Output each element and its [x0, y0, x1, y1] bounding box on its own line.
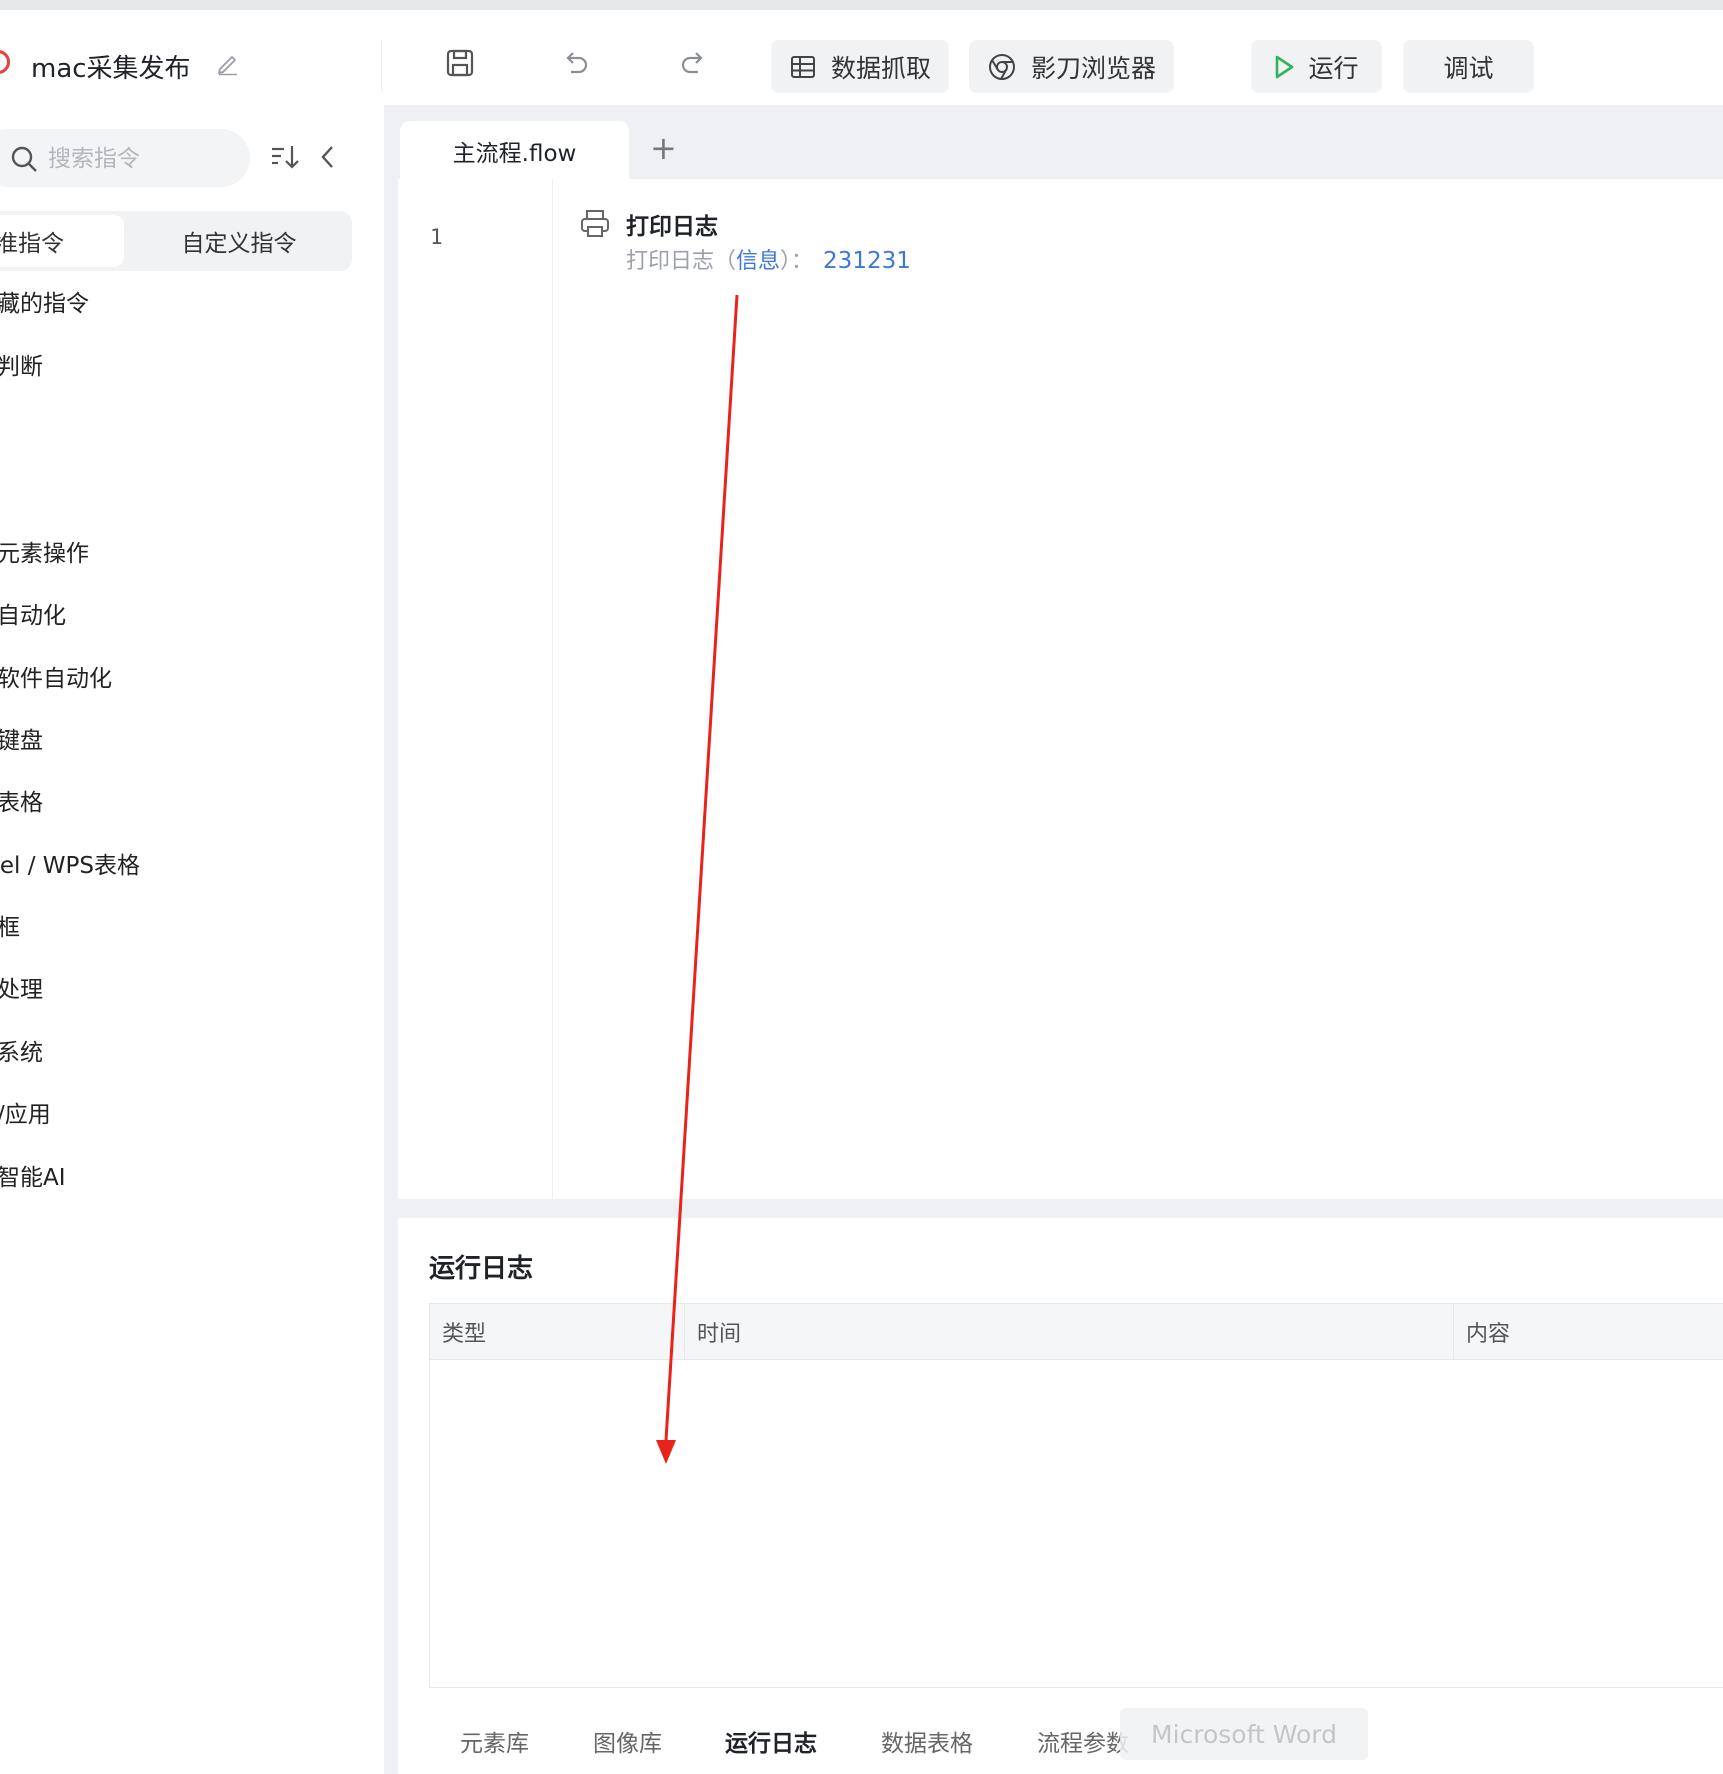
debug-label: 调试	[1443, 53, 1494, 83]
sidebar-category-item[interactable]: 作系统	[0, 1019, 384, 1081]
flow-tabbar: 主流程.flow +	[398, 105, 1723, 181]
save-icon[interactable]	[443, 46, 477, 80]
tab-main-flow-label: 主流程.flow	[452, 141, 577, 167]
run-button[interactable]: 运行	[1251, 40, 1382, 93]
tab-run-log[interactable]: 运行日志	[725, 1724, 817, 1758]
line-gutter: 1	[398, 179, 553, 1199]
app-logo-icon	[0, 50, 10, 74]
tab-custom-commands[interactable]: 自定义指令	[130, 215, 348, 267]
step-title: 打印日志	[626, 214, 718, 240]
sidebar-category-item[interactable]: 工智能AI	[0, 1143, 384, 1205]
app-title: mac采集发布	[31, 54, 191, 84]
log-column-time[interactable]: 时间	[685, 1304, 1454, 1359]
data-capture-label: 数据抓取	[830, 53, 931, 83]
browser-label: 影刀浏览器	[1030, 53, 1156, 83]
log-column-type[interactable]: 类型	[430, 1304, 685, 1359]
debug-button[interactable]: 调试	[1403, 40, 1534, 93]
sidebar-category-item[interactable]: 环	[0, 395, 384, 457]
redo-icon[interactable]	[676, 46, 710, 80]
window-top-strip	[0, 0, 1723, 10]
log-column-content[interactable]: 内容	[1454, 1304, 1723, 1359]
command-type-tabs: 准指令 自定义指令	[0, 211, 352, 271]
tab-standard-commands[interactable]: 准指令	[0, 215, 124, 267]
play-icon	[1276, 55, 1294, 78]
tab-data-table[interactable]: 数据表格	[881, 1724, 973, 1758]
sidebar-category-item[interactable]: 他	[0, 1268, 384, 1330]
tab-element-library[interactable]: 元素库	[460, 1724, 529, 1758]
command-sidebar: 准指令 自定义指令 收藏的指令件判断环待似元素操作页自动化面软件自动化标键盘据表…	[0, 105, 384, 1774]
sidebar-category-item[interactable]: 据处理	[0, 956, 384, 1018]
add-tab-button[interactable]: +	[650, 129, 677, 167]
toolbar-separator	[381, 40, 382, 92]
sort-icon[interactable]	[270, 143, 300, 171]
step-desc-prefix: 打印日志（	[626, 249, 737, 274]
tab-standard-label: 准指令	[0, 231, 64, 257]
tab-main-flow[interactable]: 主流程.flow	[400, 121, 629, 181]
edit-title-icon[interactable]	[215, 50, 241, 76]
data-capture-button[interactable]: 数据抓取	[771, 40, 949, 93]
undo-icon[interactable]	[559, 46, 593, 80]
search-input[interactable]	[46, 139, 230, 179]
sidebar-category-item[interactable]: 待	[0, 457, 384, 519]
collapse-sidebar-icon[interactable]	[318, 143, 338, 171]
sidebar-category-item[interactable]: 页自动化	[0, 582, 384, 644]
sidebar-category-item[interactable]: 件判断	[0, 332, 384, 394]
sidebar-category-item[interactable]: 话框	[0, 894, 384, 956]
sidebar-category-item[interactable]: 收藏的指令	[0, 270, 384, 332]
sidebar-category-item[interactable]: 似元素操作	[0, 520, 384, 582]
line-number: 1	[430, 225, 443, 249]
sidebar-category-item[interactable]: 络	[0, 1206, 384, 1268]
log-table: 类型 时间 内容	[429, 1303, 1723, 1688]
sidebar-category-item[interactable]: 面软件自动化	[0, 644, 384, 706]
search-icon	[11, 146, 37, 172]
log-table-header: 类型 时间 内容	[430, 1304, 1723, 1360]
sidebar-category-item[interactable]: xcel / WPS表格	[0, 832, 384, 894]
printer-icon	[581, 210, 609, 237]
run-label: 运行	[1308, 53, 1359, 83]
category-list: 收藏的指令件判断环待似元素操作页自动化面软件自动化标键盘据表格xcel / WP…	[0, 270, 384, 1331]
step-param-name: 信息	[736, 249, 781, 274]
table-icon	[790, 55, 815, 78]
sidebar-category-item[interactable]: 据表格	[0, 769, 384, 831]
tab-custom-label: 自定义指令	[181, 231, 297, 257]
run-log-panel: 运行日志 类型 时间 内容 元素库 图像库 运行日志 数据表格 流程参数 Mic…	[398, 1218, 1723, 1774]
sidebar-divider[interactable]	[384, 105, 398, 1774]
browser-icon	[988, 53, 1015, 80]
sidebar-category-item[interactable]: 程/应用	[0, 1081, 384, 1143]
tab-flow-params[interactable]: 流程参数	[1037, 1724, 1129, 1758]
flow-editor[interactable]: 1 打印日志 打印日志（信息）： 231231	[398, 179, 1723, 1199]
toolbar: mac采集发布 数据抓取 影刀浏览器 运行 调试	[0, 10, 1723, 105]
sidebar-category-item[interactable]: 标键盘	[0, 707, 384, 769]
bottom-tabs: 元素库 图像库 运行日志 数据表格 流程参数 Microsoft Word	[398, 1708, 1723, 1774]
search-box[interactable]	[0, 129, 250, 187]
browser-button[interactable]: 影刀浏览器	[969, 40, 1174, 93]
tab-image-library[interactable]: 图像库	[593, 1724, 662, 1758]
microsoft-word-tooltip: Microsoft Word	[1120, 1708, 1368, 1760]
step-param-value: 231231	[823, 248, 911, 274]
step-description: 打印日志（信息）： 231231	[626, 243, 911, 275]
editor-area: 主流程.flow + 1 打印日志 打印日志（信息）： 231231 运行日志 类…	[398, 105, 1723, 1774]
log-title: 运行日志	[429, 1254, 534, 1284]
step-desc-suffix: ）：	[780, 249, 814, 274]
